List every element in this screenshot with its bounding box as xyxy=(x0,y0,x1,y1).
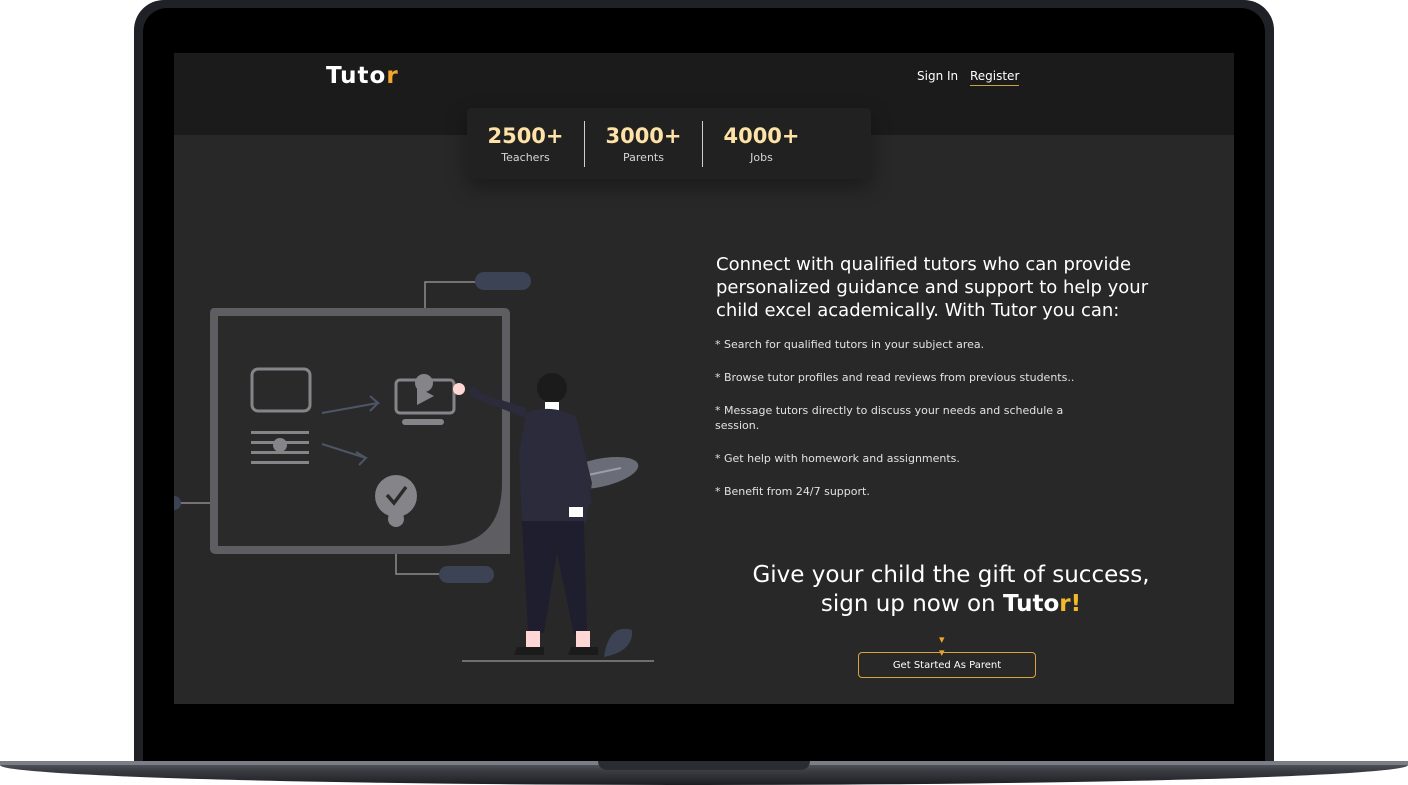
nav: Sign In Register xyxy=(917,69,1027,86)
stats-panel: 2500+ Teachers 3000+ Parents 4000+ Jobs xyxy=(467,108,871,179)
stat-label: Jobs xyxy=(750,150,773,164)
cta-brand-accent: r! xyxy=(1059,591,1082,617)
sign-in-link[interactable]: Sign In xyxy=(917,69,958,83)
get-started-parent-button[interactable]: Get Started As Parent xyxy=(858,652,1036,678)
feature-item: * Search for qualified tutors in your su… xyxy=(715,338,985,351)
stat-jobs: 4000+ Jobs xyxy=(703,124,820,164)
register-link[interactable]: Register xyxy=(969,69,1020,86)
laptop-notch xyxy=(598,761,810,770)
stat-label: Parents xyxy=(623,150,664,164)
stat-value: 2500+ xyxy=(487,123,564,148)
stat-parents: 3000+ Parents xyxy=(585,124,702,164)
cta-line-1: Give your child the gift of success, xyxy=(752,562,1150,588)
stat-teachers: 2500+ Teachers xyxy=(467,124,584,164)
cta-brand-main: Tuto xyxy=(1002,591,1060,617)
screen: Tutor Sign In Register 2500+ Teachers 30… xyxy=(174,53,1234,704)
cta-text: Give your child the gift of success, sig… xyxy=(714,561,1188,619)
stat-value: 4000+ xyxy=(723,123,800,148)
feature-item: * Browse tutor profiles and read reviews… xyxy=(715,371,1075,384)
hero-illustration xyxy=(174,272,654,662)
cta-line-2: sign up now on Tutor! xyxy=(714,590,1188,619)
logo[interactable]: Tutor xyxy=(326,63,399,89)
logo-main: Tuto xyxy=(326,63,387,89)
stat-value: 3000+ xyxy=(605,123,682,148)
feature-item: * Message tutors directly to discuss you… xyxy=(715,404,1064,432)
feature-item: * Benefit from 24/7 support. xyxy=(715,485,870,498)
logo-accent: r xyxy=(386,63,399,89)
feature-item: * Get help with homework and assignments… xyxy=(715,452,960,465)
stat-label: Teachers xyxy=(501,150,550,164)
feature-list: * Search for qualified tutors in your su… xyxy=(715,337,1085,517)
hero-headline: Connect with qualified tutors who can pr… xyxy=(716,254,1149,321)
cta-line-2-prefix: sign up now on xyxy=(820,591,1003,617)
